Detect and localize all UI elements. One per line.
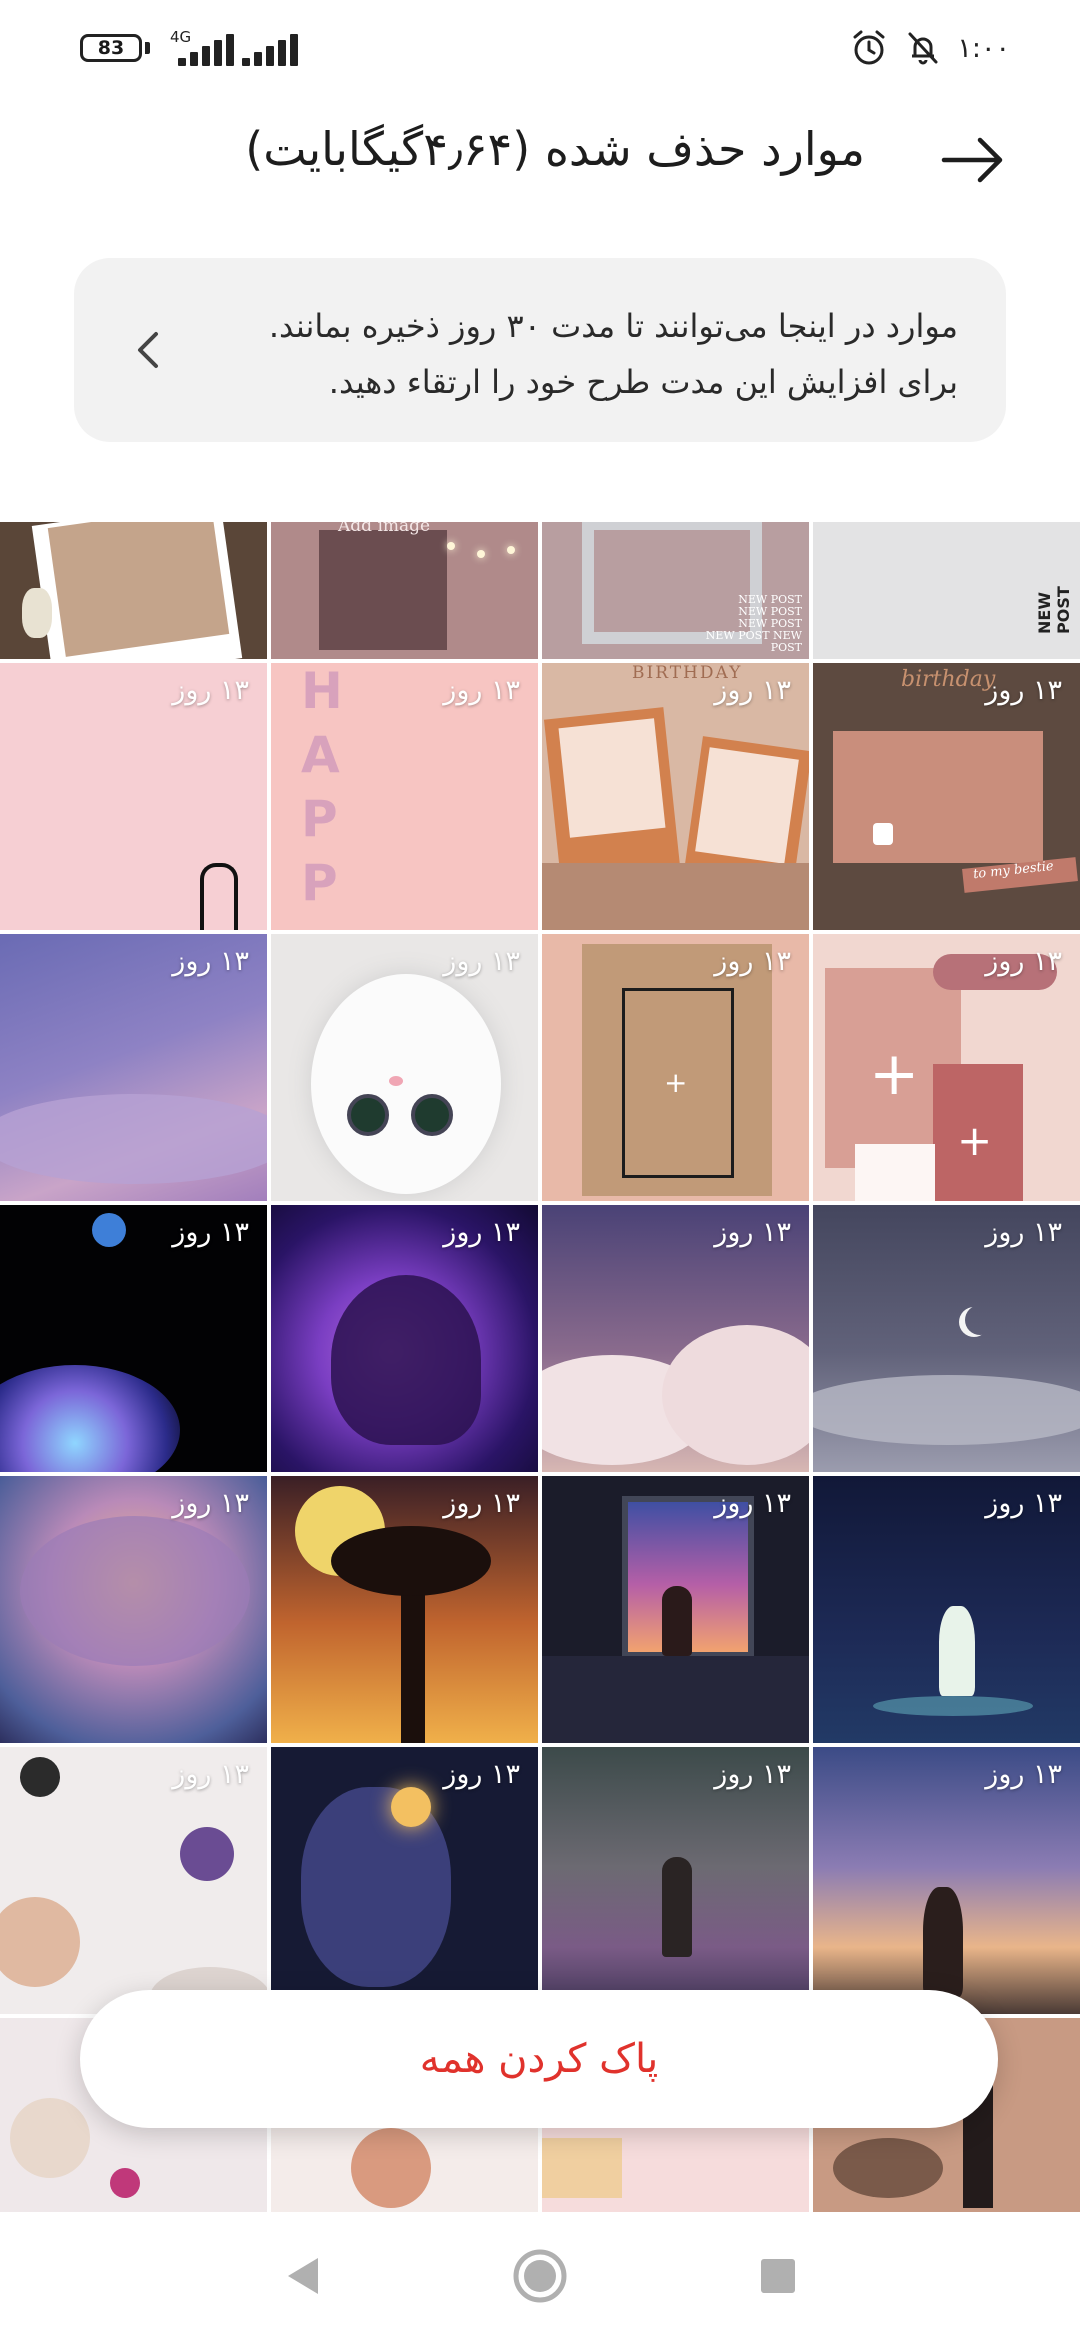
days-remaining: ۱۳ روز (985, 675, 1062, 706)
photo-tile[interactable]: ۱۳ روز (542, 1476, 809, 1743)
photo-tile[interactable]: ۱۳ روز (813, 1476, 1080, 1743)
days-remaining: ۱۳ روز (714, 1217, 791, 1248)
add-image-text: Add image (338, 522, 431, 536)
chevron-left-icon[interactable] (130, 328, 166, 372)
days-remaining: ۱۳ روز (443, 675, 520, 706)
days-remaining: ۱۳ روز (172, 675, 249, 706)
photo-tile[interactable]: ۱۳ روز (0, 1747, 267, 2014)
days-remaining: ۱۳ روز (714, 1759, 791, 1790)
photo-tile[interactable]: birthday to my bestie ۱۳ روز (813, 663, 1080, 930)
page-title: موارد حذف شده (۴٫۶۴گیگابایت) (245, 122, 865, 176)
info-text: موارد در اینجا می‌توانند تا مدت ۳۰ روز ذ… (198, 298, 958, 410)
clock: ۱:۰۰ (957, 32, 1010, 64)
photo-tile[interactable]: + ۱۳ روز (542, 934, 809, 1201)
plus-icon: + (957, 1116, 993, 1165)
home-circle-icon[interactable] (512, 2248, 568, 2304)
photo-tile[interactable]: ۱۳ روز (0, 663, 267, 930)
arrow-right-icon[interactable] (938, 130, 1008, 190)
days-remaining: ۱۳ روز (443, 1488, 520, 1519)
signal-icon (178, 34, 240, 66)
status-bar: 83 4G ۱:۰۰ (0, 0, 1080, 100)
bell-off-icon (908, 32, 938, 65)
new-post-vertical: NEW POST (1035, 586, 1073, 634)
days-remaining: ۱۳ روز (985, 1217, 1062, 1248)
photo-grid: Add image NEW POST NEW POST NEW POST NEW PO… (0, 522, 1080, 2212)
photo-tile[interactable]: ۱۳ روز (271, 1205, 538, 1472)
days-remaining: ۱۳ روز (443, 946, 520, 977)
photo-tile[interactable]: NEW POST (813, 522, 1080, 659)
days-remaining: ۱۳ روز (714, 675, 791, 706)
photo-tile[interactable] (0, 522, 267, 659)
days-remaining: ۱۳ روز (985, 1759, 1062, 1790)
birthday-script-text: birthday (901, 667, 996, 692)
back-triangle-icon[interactable] (280, 2252, 328, 2300)
photo-tile[interactable]: ۱۳ روز (271, 1747, 538, 2014)
info-card[interactable]: موارد در اینجا می‌توانند تا مدت ۳۰ روز ذ… (74, 258, 1006, 442)
photo-tile[interactable]: HAPP ۱۳ روز (271, 663, 538, 930)
happy-vertical-text: HAPP (301, 663, 343, 912)
photo-tile[interactable]: ۱۳ روز (0, 934, 267, 1201)
photo-tile[interactable]: + + ۱۳ روز (813, 934, 1080, 1201)
days-remaining: ۱۳ روز (714, 946, 791, 977)
clear-all-button[interactable]: پاک کردن همه (80, 1990, 998, 2128)
alarm-icon (853, 30, 885, 65)
recents-square-icon[interactable] (756, 2254, 800, 2298)
days-remaining: ۱۳ روز (172, 946, 249, 977)
days-remaining: ۱۳ روز (714, 1488, 791, 1519)
battery-level: 83 (97, 37, 125, 59)
days-remaining: ۱۳ روز (172, 1759, 249, 1790)
days-remaining: ۱۳ روز (172, 1217, 249, 1248)
photo-tile[interactable]: Add image (271, 522, 538, 659)
photo-tile[interactable]: ۱۳ روز (813, 1747, 1080, 2014)
navigation-bar (0, 2212, 1080, 2340)
battery-tip (145, 42, 150, 54)
photo-tile[interactable]: ۱۳ روز (0, 1205, 267, 1472)
new-post-text: NEW POST NEW POST NEW POST NEW POST NEW POS… (705, 593, 802, 654)
photo-tile[interactable]: ۱۳ روز (813, 1205, 1080, 1472)
photo-tile[interactable]: ۱۳ روز (542, 1205, 809, 1472)
photo-tile[interactable]: NEW POST NEW POST NEW POST NEW POST NEW POS… (542, 522, 809, 659)
days-remaining: ۱۳ روز (985, 946, 1062, 977)
photo-tile[interactable]: ۱۳ روز (271, 934, 538, 1201)
days-remaining: ۱۳ روز (443, 1217, 520, 1248)
photo-tile[interactable]: ۱۳ روز (542, 1747, 809, 2014)
status-right: ۱:۰۰ (849, 28, 1010, 68)
plus-icon: + (664, 1066, 688, 1099)
photo-tile[interactable]: ۱۳ روز (0, 1476, 267, 1743)
signal-icon-2 (242, 34, 304, 66)
info-line-2: برای افزایش این مدت طرح خود را ارتقاء ده… (328, 363, 958, 401)
days-remaining: ۱۳ روز (172, 1488, 249, 1519)
info-line-1: موارد در اینجا می‌توانند تا مدت ۳۰ روز ذ… (268, 307, 958, 345)
days-remaining: ۱۳ روز (443, 1759, 520, 1790)
battery-icon: 83 (80, 34, 142, 62)
photo-tile[interactable]: BIRTHDAY ۱۳ روز (542, 663, 809, 930)
days-remaining: ۱۳ روز (985, 1488, 1062, 1519)
photo-tile[interactable]: ۱۳ روز (271, 1476, 538, 1743)
plus-icon: + (869, 1039, 920, 1109)
